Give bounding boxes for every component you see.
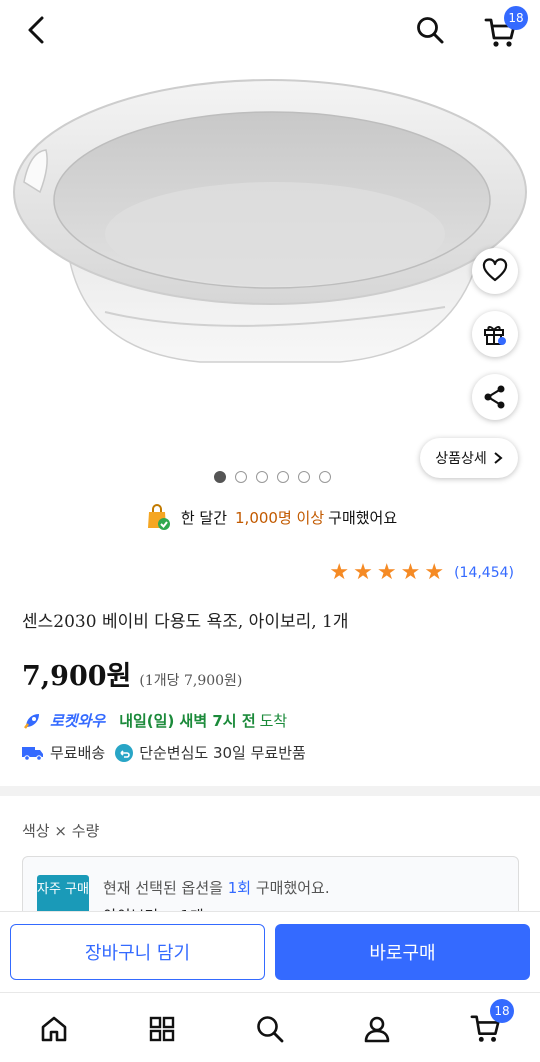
nav-categories[interactable]	[142, 1009, 182, 1049]
cart-button[interactable]: 18	[480, 6, 528, 52]
star-icon: ★	[376, 560, 397, 585]
cart-count-badge: 18	[504, 6, 528, 30]
star-icon: ★	[329, 560, 350, 585]
search-icon	[257, 1016, 284, 1043]
option-label: 색상 × 수량	[22, 822, 100, 840]
wishlist-button[interactable]	[472, 248, 518, 294]
share-button[interactable]	[472, 374, 518, 420]
top-bar: 18	[0, 0, 540, 62]
star-icon: ★	[400, 560, 421, 585]
rocket-wow-label: 로켓와우	[50, 712, 106, 730]
benefits: 무료배송 단순변심도 30일 무료반품	[22, 742, 306, 763]
unit-price: (1개당 7,900원)	[139, 673, 243, 689]
purchase-suffix: 구매했어요	[328, 508, 398, 527]
return-icon	[115, 743, 134, 762]
product-title: 센스2030 베이비 다용도 욕조, 아이보리, 1개	[22, 612, 349, 632]
review-count[interactable]: (14,454)	[454, 565, 514, 581]
product-detail-label: 상품상세	[435, 451, 487, 467]
free-return-label: 단순변심도 30일 무료반품	[139, 744, 306, 762]
buy-now-button[interactable]: 바로구매	[275, 924, 530, 980]
rocket-icon	[24, 713, 39, 729]
price: 7,900원	[22, 661, 132, 692]
add-to-cart-button[interactable]: 장바구니 담기	[10, 924, 265, 980]
chevron-right-icon	[494, 452, 503, 464]
option-message-suffix: 구매했어요.	[255, 879, 330, 897]
star-icon: ★	[353, 560, 373, 585]
option-message-prefix: 현재 선택된 옵션을	[103, 879, 223, 897]
grid-icon	[149, 1016, 175, 1042]
purchase-count-banner: 한 달간 1,000명 이상 구매했어요	[0, 502, 540, 532]
purchase-prefix: 한 달간	[180, 508, 228, 527]
share-icon	[484, 385, 505, 409]
person-icon	[364, 1016, 390, 1043]
price-row: 7,900원 (1개당 7,900원)	[22, 654, 242, 693]
carousel-dot[interactable]	[234, 471, 247, 483]
option-message-count: 1회	[227, 879, 252, 897]
carousel-dot[interactable]	[213, 471, 226, 483]
free-shipping-label: 무료배송	[50, 744, 106, 762]
option-message: 현재 선택된 옵션을 1회 구매했어요.	[103, 877, 330, 898]
purchase-count: 1,000명 이상	[235, 508, 325, 527]
baby-bathtub-image	[13, 79, 527, 363]
arrival-suffix: 도착	[259, 712, 288, 730]
carousel-dot[interactable]	[276, 471, 289, 483]
truck-icon	[22, 746, 43, 761]
search-button[interactable]	[410, 10, 450, 50]
shopping-bag-check-icon	[147, 504, 170, 530]
star-icon: ★	[424, 560, 445, 585]
free-shipping: 무료배송	[22, 742, 105, 763]
carousel-dot[interactable]	[255, 471, 268, 483]
home-icon	[41, 1016, 67, 1042]
nav-cart[interactable]: 18	[466, 999, 514, 1049]
free-return: 단순변심도 30일 무료반품	[115, 742, 306, 763]
action-bar: 장바구니 담기 바로구매	[0, 911, 540, 991]
carousel-indicator	[0, 471, 540, 483]
back-button[interactable]	[18, 12, 54, 48]
nav-home[interactable]	[34, 1009, 74, 1049]
gift-icon	[484, 326, 506, 345]
rating[interactable]: ★ ★ ★ ★ ★ (14,454)	[329, 562, 514, 584]
heart-icon	[482, 258, 508, 282]
carousel-dot[interactable]	[297, 471, 310, 483]
search-icon	[417, 17, 444, 44]
product-image[interactable]	[0, 62, 540, 460]
carousel-dot[interactable]	[318, 471, 331, 483]
chevron-left-icon	[28, 16, 44, 44]
arrival-time: 내일(일) 새벽 7시 전	[119, 712, 256, 730]
nav-my-page[interactable]	[357, 1009, 397, 1049]
bottom-nav: 18	[0, 992, 540, 1062]
delivery-info: 로켓와우 내일(일) 새벽 7시 전 도착	[22, 710, 287, 731]
cart-count-badge: 18	[490, 999, 514, 1023]
section-divider	[0, 786, 540, 796]
gift-button[interactable]	[472, 311, 518, 357]
nav-search[interactable]	[250, 1009, 290, 1049]
